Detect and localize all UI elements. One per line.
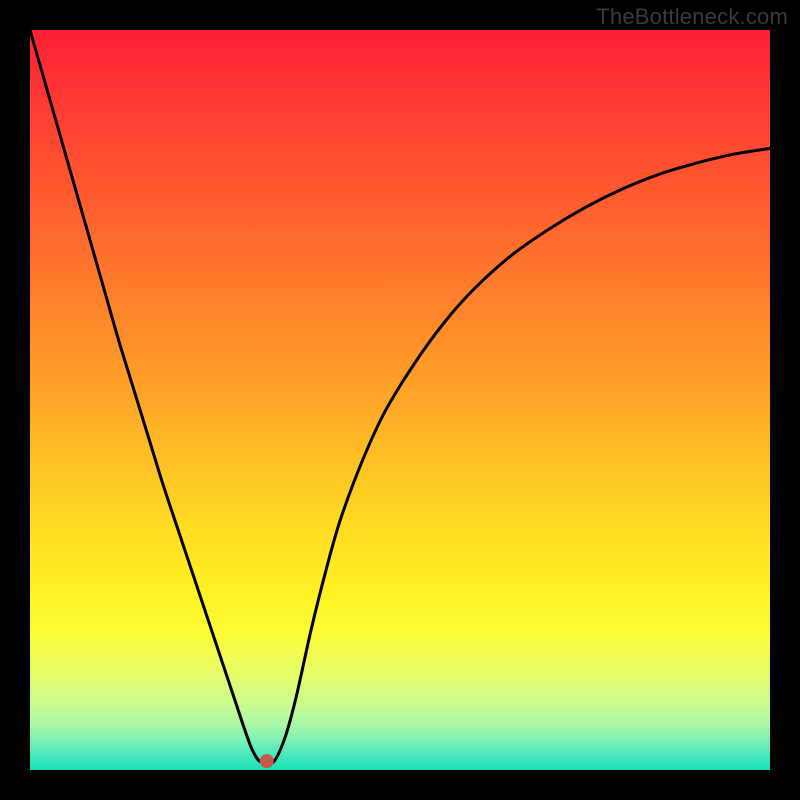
watermark-text: TheBottleneck.com bbox=[596, 4, 788, 30]
minimum-marker bbox=[260, 754, 274, 768]
curve-svg bbox=[30, 30, 770, 770]
chart-frame: TheBottleneck.com bbox=[0, 0, 800, 800]
bottleneck-curve bbox=[30, 30, 770, 763]
